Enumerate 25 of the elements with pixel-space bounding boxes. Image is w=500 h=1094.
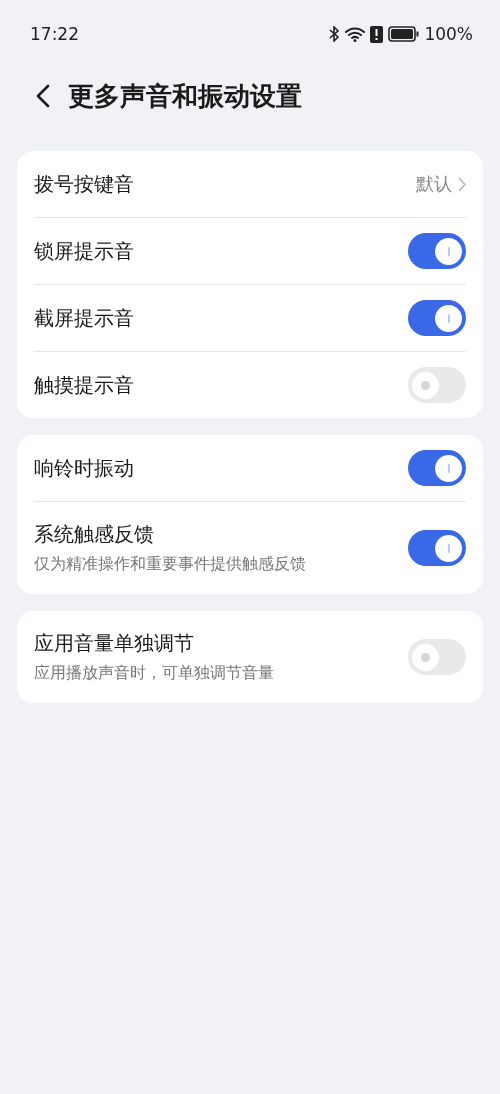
setting-label: 系统触感反馈: [34, 521, 155, 548]
toggle-switch[interactable]: [408, 639, 466, 675]
setting-label: 应用音量单独调节: [34, 630, 195, 657]
setting-label: 截屏提示音: [34, 304, 134, 332]
bluetooth-icon: [329, 26, 341, 42]
battery-percent: 100%: [424, 24, 473, 44]
setting-label: 触摸提示音: [34, 371, 134, 399]
toggle-switch[interactable]: [408, 367, 466, 403]
setting-value[interactable]: 默认: [416, 172, 452, 196]
toggle-switch[interactable]: [408, 530, 466, 566]
status-time: 17:22: [30, 24, 79, 44]
battery-icon: [388, 26, 420, 42]
toggle-switch[interactable]: [408, 450, 466, 486]
chevron-right-icon: [458, 176, 466, 192]
setting-description: 仅为精准操作和重要事件提供触感反馈: [34, 554, 306, 575]
setting-label: 锁屏提示音: [34, 237, 134, 265]
page-title: 更多声音和振动设置: [68, 79, 302, 113]
setting-label: 响铃时振动: [34, 454, 134, 482]
toggle-switch[interactable]: [408, 233, 466, 269]
wifi-icon: [345, 26, 366, 42]
toggle-switch[interactable]: [408, 300, 466, 336]
back-icon[interactable]: [36, 84, 50, 108]
setting-label: 拨号按键音: [34, 170, 134, 198]
alert-icon: [370, 25, 384, 43]
setting-description: 应用播放声音时，可单独调节音量: [34, 663, 274, 684]
